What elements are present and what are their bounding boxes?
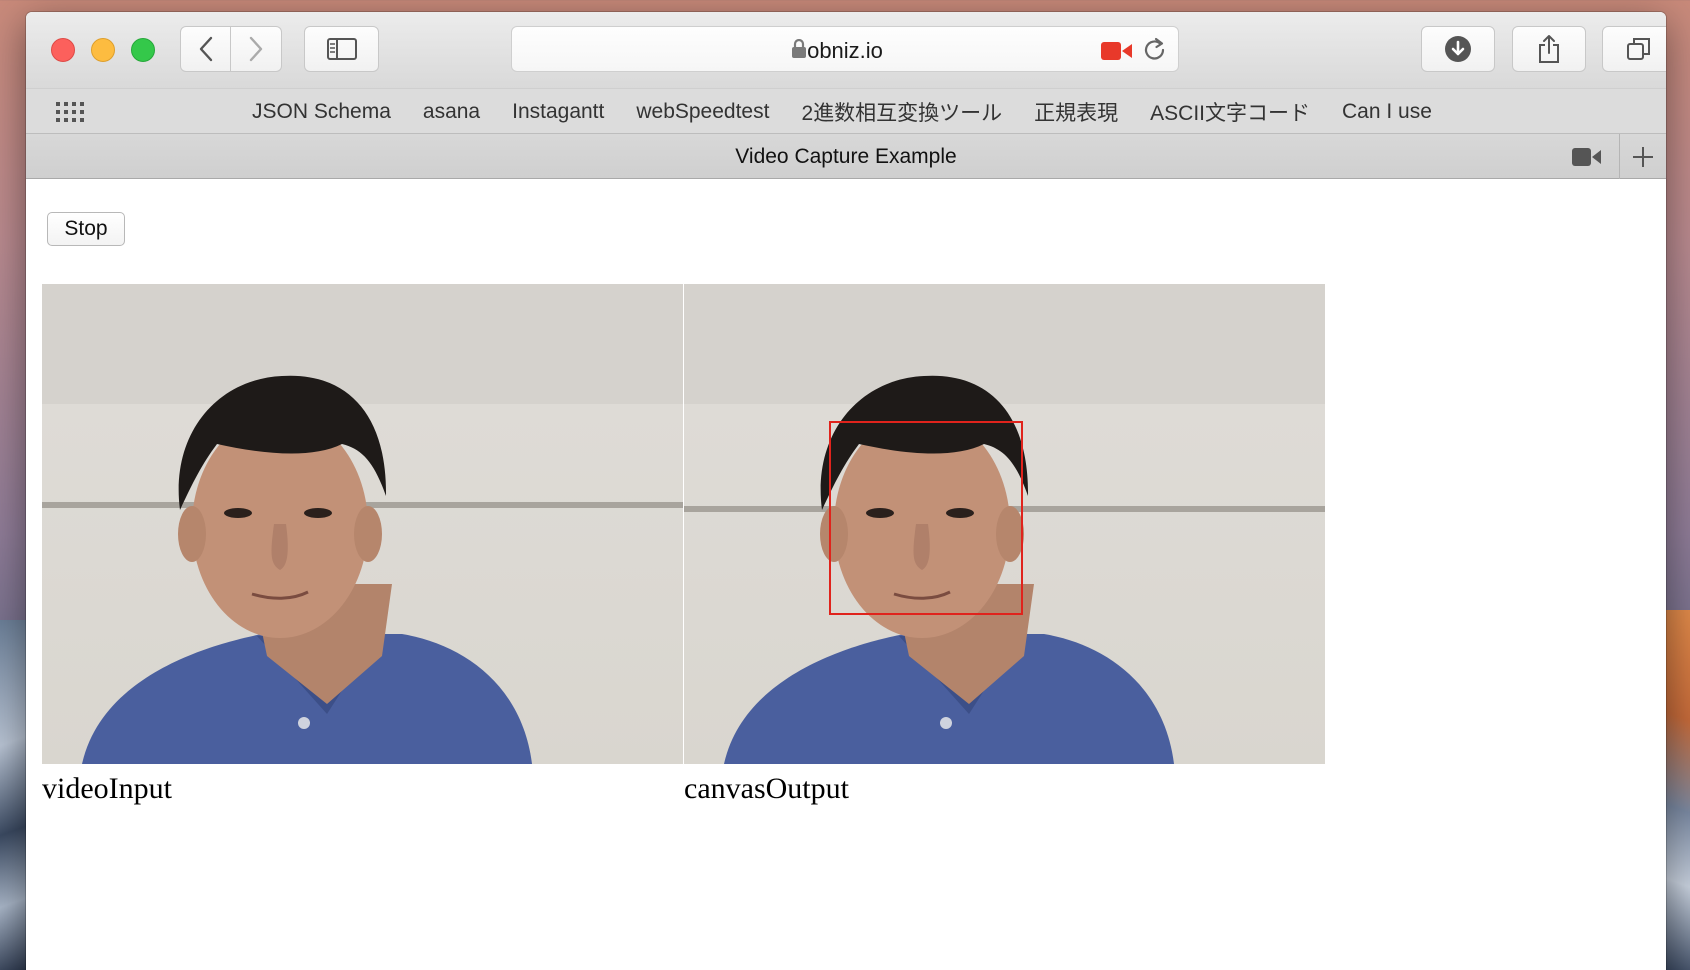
- tab-bar: Video Capture Example: [26, 134, 1666, 179]
- bookmark-webspeedtest[interactable]: webSpeedtest: [620, 100, 785, 124]
- tab-title[interactable]: Video Capture Example: [26, 145, 1666, 169]
- chevron-right-icon: [249, 36, 263, 62]
- video-input: [42, 284, 683, 764]
- desktop-wallpaper-left: [0, 620, 26, 970]
- canvas-output-caption: canvasOutput: [684, 772, 849, 805]
- grid-icon[interactable]: [56, 102, 86, 122]
- desktop-wallpaper-right: [1664, 610, 1690, 970]
- forward-button[interactable]: [231, 26, 282, 72]
- browser-toolbar: obniz.io: [26, 12, 1666, 88]
- downloads-button[interactable]: [1421, 26, 1495, 72]
- address-bar[interactable]: obniz.io: [511, 26, 1179, 72]
- download-icon: [1445, 36, 1471, 62]
- bookmark-items: JSON Schema asana Instagantt webSpeedtes…: [236, 89, 1448, 135]
- sidebar-toggle-button[interactable]: [304, 26, 379, 72]
- tab-camera-icon[interactable]: [1572, 148, 1602, 166]
- canvas-output: [684, 284, 1325, 764]
- bookmark-asana[interactable]: asana: [407, 100, 496, 124]
- window-close-button[interactable]: [51, 38, 75, 62]
- sidebar-icon: [326, 38, 357, 60]
- tabs-overview-icon: [1627, 38, 1650, 60]
- window-minimize-button[interactable]: [91, 38, 115, 62]
- video-input-caption: videoInput: [42, 772, 172, 805]
- share-button[interactable]: [1512, 26, 1586, 72]
- bookmark-ascii-code[interactable]: ASCII文字コード: [1134, 97, 1326, 127]
- plus-icon: [1633, 146, 1653, 167]
- address-url: obniz.io: [807, 38, 883, 63]
- bookmark-can-i-use[interactable]: Can I use: [1326, 100, 1448, 124]
- stop-button[interactable]: Stop: [47, 212, 125, 246]
- page-content: Stop videoInput canvasOutput: [26, 180, 1666, 970]
- tab-overview-button[interactable]: [1602, 26, 1666, 72]
- bookmark-regex[interactable]: 正規表現: [1018, 97, 1134, 127]
- detected-face-box: [829, 421, 1023, 615]
- share-icon: [1539, 35, 1559, 63]
- video-frame-image: [42, 284, 683, 764]
- reload-icon[interactable]: [1142, 36, 1168, 64]
- bookmarks-bar: JSON Schema asana Instagantt webSpeedtes…: [26, 88, 1666, 134]
- back-button[interactable]: [180, 26, 231, 72]
- browser-window: obniz.io JSON Schema asana Instagantt we…: [26, 12, 1666, 970]
- camera-recording-icon[interactable]: [1101, 41, 1133, 61]
- bookmark-instagantt[interactable]: Instagantt: [496, 100, 620, 124]
- window-maximize-button[interactable]: [131, 38, 155, 62]
- new-tab-button[interactable]: [1619, 134, 1666, 179]
- chevron-left-icon: [199, 36, 212, 62]
- bookmark-binary-converter[interactable]: 2進数相互変換ツール: [785, 97, 1018, 127]
- bookmark-json-schema[interactable]: JSON Schema: [236, 100, 407, 124]
